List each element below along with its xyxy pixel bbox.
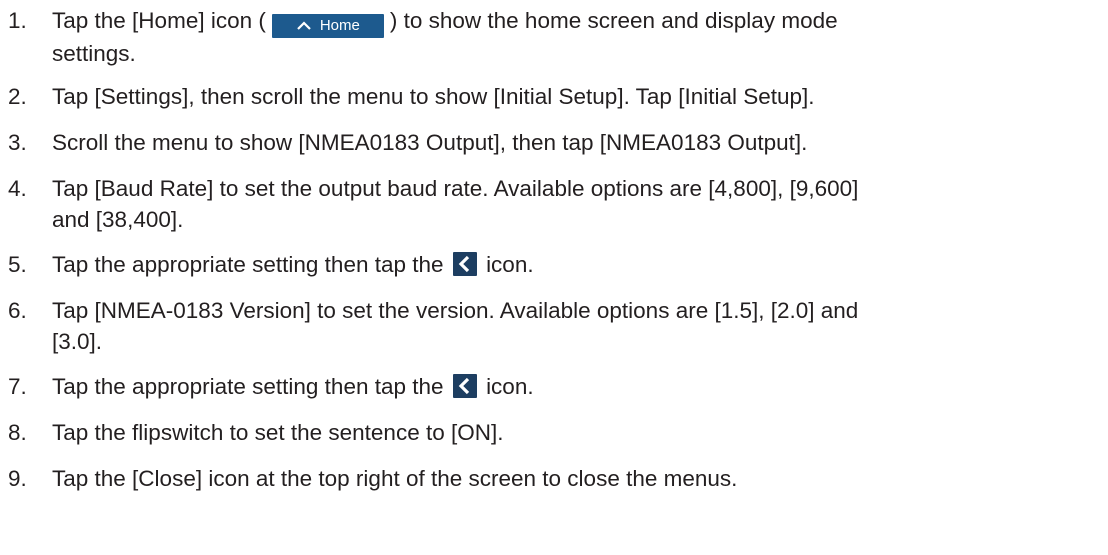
- step-7: 7. Tap the appropriate setting then tap …: [0, 371, 1108, 402]
- step-5: 5. Tap the appropriate setting then tap …: [0, 249, 1108, 280]
- step-number: 3.: [8, 130, 27, 155]
- step-number: 7.: [8, 374, 27, 399]
- step-text: Tap [Settings], then scroll the menu to …: [52, 84, 815, 109]
- step-text: Tap the appropriate setting then tap the: [52, 374, 444, 399]
- step-2: 2. Tap [Settings], then scroll the menu …: [0, 81, 1108, 112]
- step-4: 4. Tap [Baud Rate] to set the output bau…: [0, 173, 1108, 235]
- step-1: 1. Tap the [Home] icon ( Home ) to show th…: [0, 5, 1108, 69]
- step-number: 8.: [8, 420, 27, 445]
- step-text: Tap the flipswitch to set the sentence t…: [52, 420, 504, 445]
- step-8: 8. Tap the flipswitch to set the sentenc…: [0, 417, 1108, 448]
- step-text-continued: and [38,400].: [52, 207, 184, 232]
- home-button-label: Home: [319, 17, 360, 34]
- step-text: icon.: [486, 252, 534, 277]
- chevron-left-icon: [452, 374, 477, 398]
- step-number: 2.: [8, 84, 27, 109]
- step-text: Tap the appropriate setting then tap the: [52, 252, 444, 277]
- step-text: Tap the [Close] icon at the top right of…: [52, 466, 738, 491]
- step-3: 3. Scroll the menu to show [NMEA0183 Out…: [0, 127, 1108, 158]
- step-number: 4.: [8, 176, 27, 201]
- step-6: 6. Tap [NMEA-0183 Version] to set the ve…: [0, 295, 1108, 357]
- step-number: 9.: [8, 466, 27, 491]
- step-text-continued: [3.0].: [52, 329, 103, 354]
- chevron-left-icon: [452, 252, 477, 276]
- step-text: Tap the [Home] icon (: [52, 8, 266, 33]
- step-9: 9. Tap the [Close] icon at the top right…: [0, 463, 1108, 494]
- home-icon: [297, 21, 311, 30]
- step-text-continued: settings.: [52, 41, 136, 66]
- home-button: Home: [271, 14, 384, 38]
- step-number: 5.: [8, 252, 27, 277]
- step-number: 1.: [8, 8, 27, 33]
- step-text: ) to show the home screen and display mo…: [389, 8, 838, 33]
- step-text: Scroll the menu to show [NMEA0183 Output…: [52, 130, 808, 155]
- step-text: icon.: [486, 374, 534, 399]
- step-text: Tap [Baud Rate] to set the output baud r…: [52, 176, 859, 201]
- step-text: Tap [NMEA-0183 Version] to set the versi…: [52, 298, 859, 323]
- step-number: 6.: [8, 298, 27, 323]
